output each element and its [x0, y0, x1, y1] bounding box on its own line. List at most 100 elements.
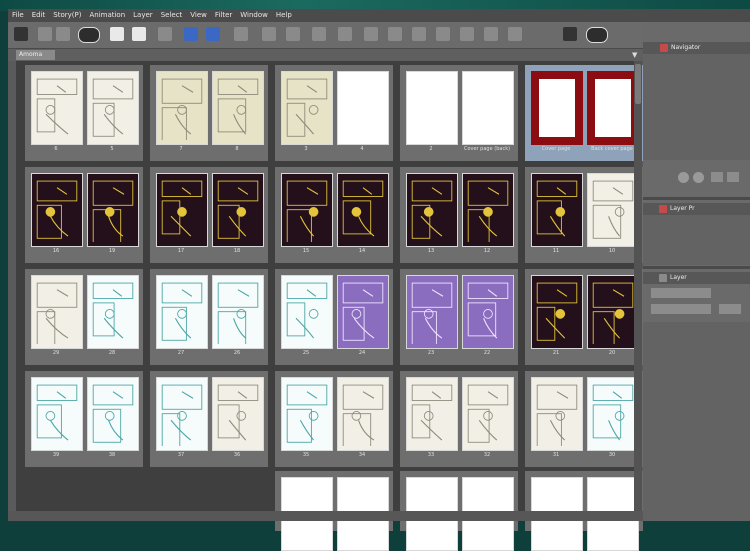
navigator-tab-icon[interactable]	[660, 44, 668, 52]
ruler-icon[interactable]	[436, 27, 450, 41]
page-spread[interactable]: 25 24	[275, 269, 393, 365]
right-page-thumbnail[interactable]	[462, 377, 514, 451]
right-page-thumbnail[interactable]	[337, 71, 389, 145]
menu-view[interactable]: View	[186, 9, 211, 22]
zoom-in-icon[interactable]	[693, 172, 704, 183]
right-page-thumbnail[interactable]	[587, 173, 639, 247]
page-spread[interactable]: Cover page Back cover page	[525, 65, 643, 161]
left-page-thumbnail[interactable]	[531, 71, 583, 145]
page-spread[interactable]: 37 36	[150, 371, 268, 467]
flip-icon[interactable]	[727, 172, 739, 182]
page-spread[interactable]	[525, 471, 643, 551]
export-icon[interactable]	[184, 27, 198, 41]
import-icon[interactable]	[206, 27, 220, 41]
fill-icon[interactable]	[412, 27, 426, 41]
menu-help[interactable]: Help	[272, 9, 296, 22]
right-page-thumbnail[interactable]	[587, 71, 639, 145]
right-page-thumbnail[interactable]	[212, 71, 264, 145]
help-icon[interactable]	[586, 27, 608, 43]
left-page-thumbnail[interactable]	[531, 275, 583, 349]
page-spread[interactable]: 33 32	[400, 371, 518, 467]
page-spread[interactable]: 27 26	[150, 269, 268, 365]
page-spread[interactable]: 23 22	[400, 269, 518, 365]
right-page-thumbnail[interactable]	[87, 173, 139, 247]
menu-window[interactable]: Window	[236, 9, 272, 22]
layer-property-title[interactable]: Layer Pr	[670, 203, 695, 215]
page-spread[interactable]: 13 12	[400, 167, 518, 263]
pen-icon[interactable]	[364, 27, 378, 41]
left-page-thumbnail[interactable]	[31, 377, 83, 451]
left-page-thumbnail[interactable]	[531, 173, 583, 247]
menu-layer[interactable]: Layer	[129, 9, 157, 22]
right-page-thumbnail[interactable]	[462, 275, 514, 349]
opacity-slider[interactable]	[651, 304, 711, 314]
right-page-thumbnail[interactable]	[212, 173, 264, 247]
panel-divider-2[interactable]	[643, 266, 750, 269]
crop-icon[interactable]	[388, 27, 402, 41]
scroll-thumb[interactable]	[635, 64, 641, 104]
new-page-icon[interactable]	[110, 27, 124, 41]
page-spread[interactable]	[400, 471, 518, 551]
right-page-thumbnail[interactable]	[337, 377, 389, 451]
page-spread[interactable]: 15 14	[275, 167, 393, 263]
left-page-thumbnail[interactable]	[31, 71, 83, 145]
left-page-thumbnail[interactable]	[156, 377, 208, 451]
graduation-cap-icon[interactable]	[563, 27, 577, 41]
move-icon[interactable]	[338, 27, 352, 41]
text-icon[interactable]	[508, 27, 522, 41]
layer-list[interactable]	[643, 322, 750, 521]
zoom-out-icon[interactable]	[678, 172, 689, 183]
eraser-icon[interactable]	[460, 27, 474, 41]
tab-dropdown-icon[interactable]: ▼	[632, 51, 640, 59]
right-page-thumbnail[interactable]	[337, 275, 389, 349]
page-spread[interactable]: 16 19	[25, 167, 143, 263]
right-page-thumbnail[interactable]	[462, 173, 514, 247]
layer-title[interactable]: Layer	[670, 272, 687, 284]
left-page-thumbnail[interactable]	[406, 71, 458, 145]
brush-icon[interactable]	[484, 27, 498, 41]
page-spread[interactable]: 34	[275, 65, 393, 161]
left-page-thumbnail[interactable]	[406, 173, 458, 247]
right-page-thumbnail[interactable]	[87, 377, 139, 451]
right-page-thumbnail[interactable]	[337, 173, 389, 247]
left-page-thumbnail[interactable]	[281, 377, 333, 451]
page-spread[interactable]: 11 10	[525, 167, 643, 263]
page-spread[interactable]: 39 38	[25, 371, 143, 467]
page-spread[interactable]: 78	[150, 65, 268, 161]
menu-animation[interactable]: Animation	[85, 9, 129, 22]
eye-icon[interactable]	[78, 27, 100, 43]
left-page-thumbnail[interactable]	[156, 173, 208, 247]
page-spread[interactable]: 2 Cover page (back)	[400, 65, 518, 161]
layer-property-tab-icon[interactable]	[659, 205, 667, 213]
navigator-title[interactable]: Navigator	[671, 42, 700, 54]
layer-tab-icon[interactable]	[659, 274, 667, 282]
right-page-thumbnail[interactable]	[587, 275, 639, 349]
left-page-thumbnail[interactable]	[406, 377, 458, 451]
left-page-thumbnail[interactable]	[281, 275, 333, 349]
menu-select[interactable]: Select	[157, 9, 187, 22]
rotate-right-icon[interactable]	[286, 27, 300, 41]
left-page-thumbnail[interactable]	[31, 173, 83, 247]
left-page-thumbnail[interactable]	[281, 173, 333, 247]
menu-filter[interactable]: Filter	[211, 9, 236, 22]
page-spread[interactable]: 65	[25, 65, 143, 161]
left-page-thumbnail[interactable]	[531, 377, 583, 451]
page-spread[interactable]	[275, 471, 393, 551]
page-spread[interactable]: 35 34	[275, 371, 393, 467]
right-page-thumbnail[interactable]	[212, 275, 264, 349]
transform-icon[interactable]	[312, 27, 326, 41]
layer-options-icon[interactable]	[719, 304, 741, 314]
menu-story[interactable]: Story(P)	[49, 9, 85, 22]
fit-icon[interactable]	[711, 172, 723, 182]
rotate-left-icon[interactable]	[262, 27, 276, 41]
redo-icon[interactable]	[56, 27, 70, 41]
delete-page-icon[interactable]	[158, 27, 172, 41]
right-page-thumbnail[interactable]	[462, 71, 514, 145]
grid-view-icon[interactable]	[14, 27, 28, 41]
blend-mode-select[interactable]	[651, 288, 711, 298]
right-page-thumbnail[interactable]	[87, 71, 139, 145]
left-page-thumbnail[interactable]	[31, 275, 83, 349]
page-spread[interactable]: 29 28	[25, 269, 143, 365]
menu-file[interactable]: File	[8, 9, 28, 22]
right-page-thumbnail[interactable]	[587, 377, 639, 451]
